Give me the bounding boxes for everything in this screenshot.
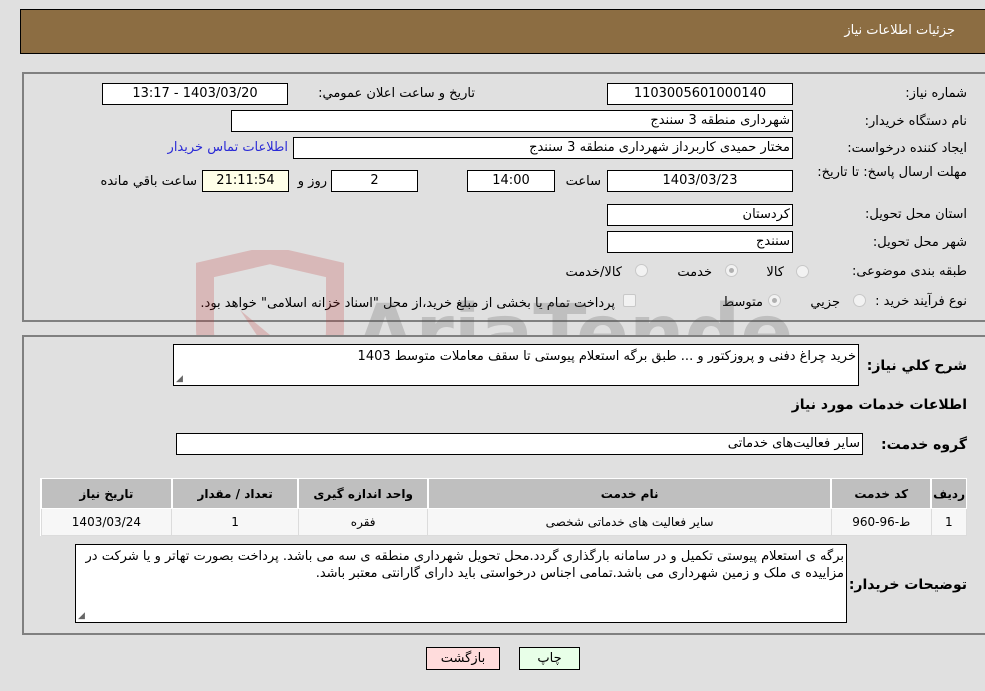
process-radio-minor[interactable] bbox=[853, 294, 866, 307]
buyer-org-field[interactable]: شهرداری منطقه 3 سنندج bbox=[231, 110, 793, 132]
deadline-date-field[interactable]: 1403/03/23 bbox=[607, 170, 793, 192]
treasury-checkbox[interactable] bbox=[623, 294, 636, 307]
print-button[interactable]: چاپ bbox=[519, 647, 580, 670]
cell-unit: فقره bbox=[297, 508, 429, 536]
process-radio-medium[interactable] bbox=[768, 294, 781, 307]
time-remaining-field: 21:11:54 bbox=[202, 170, 289, 192]
category-option-service: خدمت bbox=[677, 265, 712, 280]
cell-need-date: 1403/03/24 bbox=[40, 508, 173, 536]
city-label: شهر محل تحویل: bbox=[872, 235, 967, 250]
buyer-notes-textarea-wrap: ◢ bbox=[75, 544, 847, 623]
description-textarea-wrap: ◢ bbox=[173, 344, 859, 386]
city-field[interactable]: سنندج bbox=[607, 231, 793, 253]
deadline-time-label: ساعت bbox=[565, 174, 601, 189]
process-option-minor: جزيي bbox=[810, 295, 840, 310]
process-option-medium: متوسط bbox=[722, 295, 763, 310]
deadline-label: مهلت ارسال پاسخ: تا تاریخ: bbox=[817, 165, 967, 180]
cell-service-code: ط-96-960 bbox=[830, 508, 932, 536]
description-textarea[interactable] bbox=[173, 344, 859, 386]
cell-row-number: 1 bbox=[930, 508, 968, 536]
creator-label: ایجاد کننده درخواست: bbox=[847, 141, 967, 156]
table-header-row: ردیف کد خدمت نام خدمت واحد اندازه گیری ت… bbox=[40, 478, 968, 509]
announce-datetime-field[interactable]: 1403/03/20 - 13:17 bbox=[102, 83, 288, 105]
buyer-org-label: نام دستگاه خریدار: bbox=[864, 114, 967, 129]
category-radio-service[interactable] bbox=[725, 264, 738, 277]
deadline-time-field[interactable]: 14:00 bbox=[467, 170, 555, 192]
announce-label: تاریخ و ساعت اعلان عمومي: bbox=[318, 86, 475, 101]
buyer-notes-label: توضیحات خریدار: bbox=[848, 577, 967, 593]
services-section-title: اطلاعات خدمات مورد نیاز bbox=[791, 397, 967, 413]
province-label: استان محل تحویل: bbox=[865, 207, 967, 222]
buyer-notes-textarea[interactable] bbox=[75, 544, 847, 623]
buyer-contact-link[interactable]: اطلاعات تماس خریدار bbox=[168, 140, 288, 155]
page-title: جزئیات اطلاعات نیاز bbox=[844, 23, 955, 38]
process-label: نوع فرآیند خرید : bbox=[875, 294, 967, 309]
col-row-number: ردیف bbox=[930, 478, 968, 509]
back-button[interactable]: بازگشت bbox=[426, 647, 500, 670]
category-radio-goods[interactable] bbox=[796, 265, 809, 278]
cell-service-name: سایر فعالیت های خدماتی شخصی bbox=[427, 508, 832, 536]
treasury-note: پرداخت تمام یا بخشی از مبلغ خرید،از محل … bbox=[200, 296, 615, 311]
category-label: طبقه بندی موضوعی: bbox=[851, 264, 967, 279]
category-radio-goods-service[interactable] bbox=[635, 264, 648, 277]
col-service-code: کد خدمت bbox=[830, 478, 932, 509]
service-group-label: گروه خدمت: bbox=[881, 437, 967, 453]
col-service-name: نام خدمت bbox=[426, 478, 832, 509]
resize-grip-icon[interactable]: ◢ bbox=[78, 611, 85, 621]
days-remaining-field[interactable]: 2 bbox=[331, 170, 418, 192]
need-number-field[interactable]: 1103005601000140 bbox=[607, 83, 793, 105]
creator-field[interactable]: مختار حمیدی کاربرداز شهرداری منطقه 3 سنن… bbox=[293, 137, 793, 159]
need-number-label: شماره نیاز: bbox=[905, 86, 967, 101]
time-remaining-label: ساعت باقي مانده bbox=[100, 174, 197, 189]
cell-quantity: 1 bbox=[171, 508, 299, 536]
col-quantity: تعداد / مقدار bbox=[170, 478, 299, 509]
category-option-goods: کالا bbox=[766, 265, 784, 280]
table-row: 1 ط-96-960 سایر فعالیت های خدماتی شخصی ف… bbox=[40, 508, 968, 536]
page-header: جزئیات اطلاعات نیاز bbox=[20, 9, 985, 54]
days-label: روز و bbox=[297, 174, 327, 189]
description-label: شرح کلي نياز: bbox=[866, 358, 967, 374]
col-need-date: تاریخ نیاز bbox=[40, 478, 173, 509]
services-table: ردیف کد خدمت نام خدمت واحد اندازه گیری ت… bbox=[40, 478, 968, 536]
resize-grip-icon[interactable]: ◢ bbox=[176, 374, 183, 384]
service-group-field[interactable]: سایر فعالیت‌های خدماتی bbox=[176, 433, 863, 455]
province-field[interactable]: کردستان bbox=[607, 204, 793, 226]
category-option-goods-service: کالا/خدمت bbox=[565, 265, 622, 280]
col-unit: واحد اندازه گیری bbox=[297, 478, 429, 509]
